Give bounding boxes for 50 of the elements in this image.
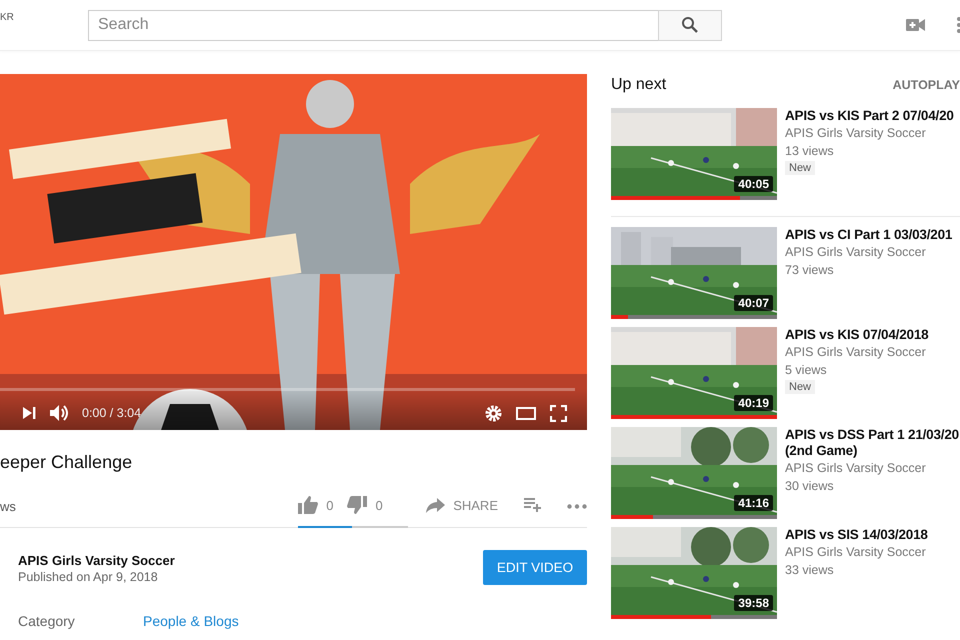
duration-badge: 40:05	[734, 176, 773, 192]
category-link[interactable]: People & Blogs	[143, 613, 239, 629]
autoplay-label: AUTOPLAY	[892, 78, 960, 92]
video-title[interactable]: APIS vs CI Part 1 03/03/201	[785, 227, 960, 243]
logo-fragment[interactable]: KR	[0, 12, 88, 23]
duration-badge: 40:19	[734, 395, 773, 411]
video-title[interactable]: APIS vs KIS 07/04/2018	[785, 327, 960, 343]
search-button[interactable]	[658, 10, 722, 40]
up-next-heading: Up next	[611, 76, 666, 94]
view-count: 33 views	[785, 562, 834, 579]
settings-icon[interactable]	[485, 404, 502, 422]
thumbs-up-icon	[298, 496, 318, 514]
detail-label: Category	[18, 613, 76, 629]
video-title[interactable]: APIS vs SIS 14/03/2018	[785, 527, 960, 543]
more-icon[interactable]	[957, 17, 960, 33]
theater-mode-icon[interactable]	[516, 406, 536, 420]
duration-badge: 39:58	[734, 595, 773, 611]
share-arrow-icon	[426, 498, 446, 512]
new-badge: New	[785, 161, 816, 175]
publish-date: Published on Apr 9, 2018	[18, 570, 159, 584]
view-count: 30 views	[785, 478, 834, 495]
search-field[interactable]: Search	[88, 10, 658, 40]
thumbs-down-icon	[347, 496, 368, 514]
video-title: eeper Challenge	[0, 452, 134, 473]
share-button[interactable]: SHARE	[426, 490, 498, 520]
duration-badge: 40:07	[734, 295, 773, 311]
view-count: 5 views	[785, 362, 827, 379]
fullscreen-icon[interactable]	[550, 404, 567, 422]
view-count: ws	[0, 499, 16, 514]
time-display: 0:00 / 3:04	[82, 406, 142, 420]
more-icon[interactable]	[567, 504, 587, 509]
channel-name: APIS Girls Varsity Soccer	[785, 125, 926, 142]
search-icon	[681, 16, 699, 34]
channel-name[interactable]: APIS Girls Varsity Soccer	[18, 553, 175, 568]
volume-icon[interactable]	[50, 404, 70, 422]
duration-badge: 41:16	[734, 495, 773, 511]
video-title[interactable]: APIS vs DSS Part 1 21/03/20 (2nd Game)	[785, 427, 960, 459]
channel-name: APIS Girls Varsity Soccer	[785, 544, 926, 561]
view-count: 73 views	[785, 262, 834, 279]
channel-name: APIS Girls Varsity Soccer	[785, 244, 926, 261]
like-button[interactable]: 0	[298, 490, 334, 520]
video-title[interactable]: APIS vs KIS Part 2 07/04/20	[785, 108, 960, 124]
channel-name: APIS Girls Varsity Soccer	[785, 344, 926, 361]
add-to-playlist-icon[interactable]	[524, 498, 541, 512]
next-icon[interactable]	[22, 406, 36, 420]
dislike-button[interactable]: 0	[347, 490, 383, 520]
channel-name: APIS Girls Varsity Soccer	[785, 460, 926, 477]
view-count: 13 views	[785, 143, 834, 160]
new-badge: New	[785, 380, 816, 394]
video-camera-plus-icon[interactable]	[906, 19, 925, 31]
